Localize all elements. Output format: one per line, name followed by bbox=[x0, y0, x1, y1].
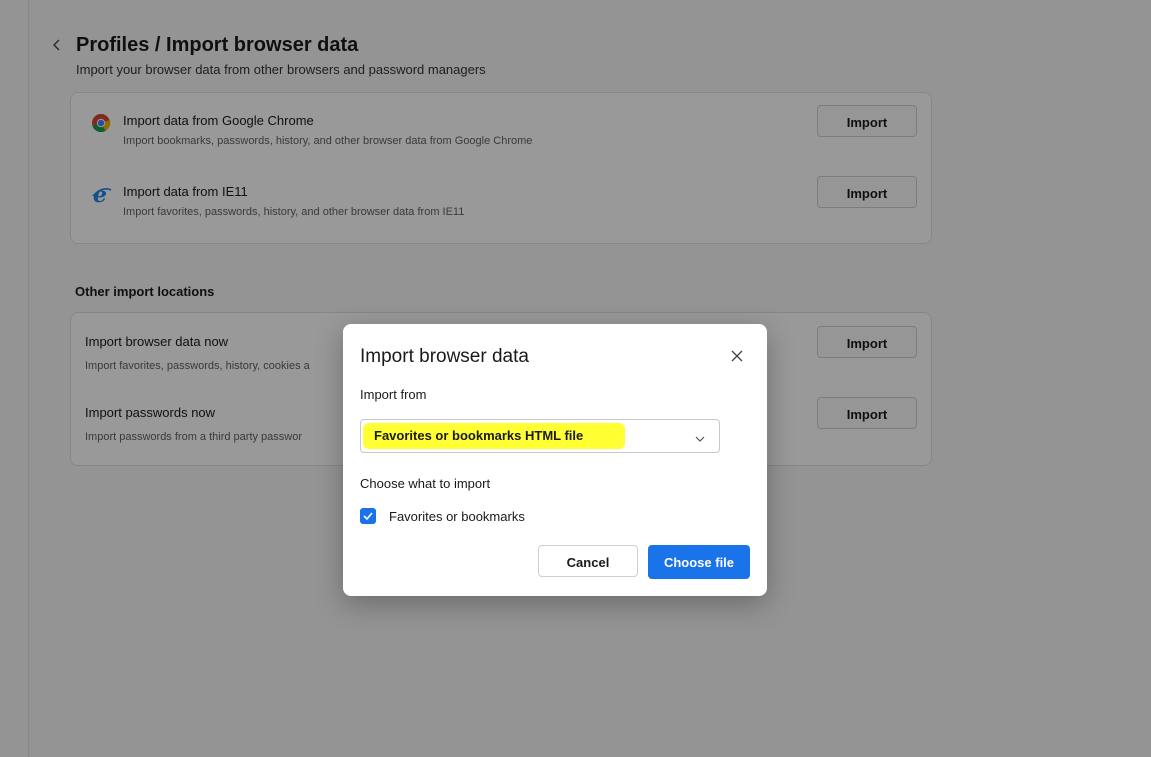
import-from-value: Favorites or bookmarks HTML file bbox=[374, 428, 584, 443]
import-dialog: Import browser data Import from Favorite… bbox=[343, 324, 767, 596]
cancel-button[interactable]: Cancel bbox=[538, 545, 638, 577]
import-from-select[interactable]: Favorites or bookmarks HTML file bbox=[360, 419, 720, 453]
favorites-checkbox-label[interactable]: Favorites or bookmarks bbox=[389, 509, 525, 524]
choose-what-label: Choose what to import bbox=[360, 476, 491, 491]
dialog-title: Import browser data bbox=[360, 346, 529, 367]
chevron-down-icon bbox=[695, 431, 705, 442]
favorites-checkbox[interactable] bbox=[360, 508, 376, 524]
close-icon[interactable] bbox=[729, 348, 745, 364]
choose-file-button[interactable]: Choose file bbox=[648, 545, 750, 579]
import-from-label: Import from bbox=[360, 387, 427, 402]
